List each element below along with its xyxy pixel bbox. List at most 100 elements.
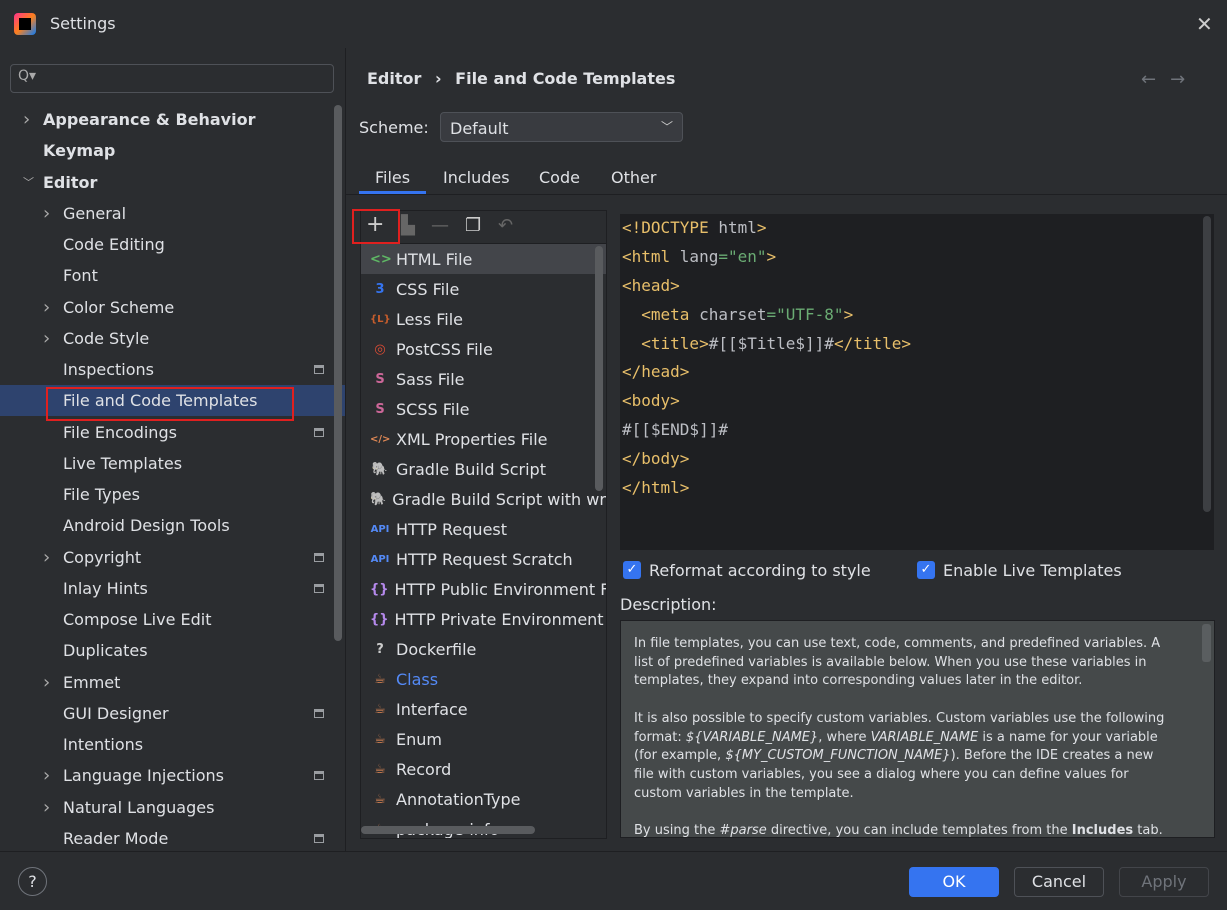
sidebar-item-intentions[interactable]: Intentions (0, 729, 345, 760)
forward-arrow-icon[interactable]: → (1170, 69, 1199, 90)
description-scrollbar[interactable] (1202, 624, 1211, 662)
tab-includes[interactable]: Includes (443, 168, 510, 187)
code-token: html (718, 218, 757, 237)
sidebar-item-label: Keymap (43, 141, 116, 161)
sidebar-item-code-style[interactable]: › Code Style (0, 323, 345, 354)
breadcrumb-separator: › (434, 69, 442, 88)
sidebar-item-font[interactable]: Font (0, 260, 345, 291)
sidebar-item-appearance-behavior[interactable]: › Appearance & Behavior (0, 104, 345, 135)
sidebar-item-copyright[interactable]: › Copyright (0, 542, 345, 573)
list-scrollbar[interactable] (595, 246, 603, 491)
sidebar-item-live-templates[interactable]: Live Templates (0, 448, 345, 479)
editor-scrollbar[interactable] (1203, 216, 1211, 512)
chevron-right-icon[interactable]: › (43, 328, 50, 349)
tab-code[interactable]: Code (539, 168, 580, 187)
template-list-item[interactable]: ☕ AnnotationType (361, 784, 606, 814)
template-list-item[interactable]: ☕ Interface (361, 694, 606, 724)
sidebar-item-gui-designer[interactable]: GUI Designer (0, 698, 345, 729)
apply-button[interactable]: Apply (1119, 867, 1209, 897)
sidebar-item-inlay-hints[interactable]: Inlay Hints (0, 573, 345, 604)
template-list-item[interactable]: ☕ Enum (361, 724, 606, 754)
code-token: #[[$Title$]]# (708, 333, 834, 353)
code-token: </head> (622, 362, 690, 382)
remove-icon[interactable]: — (431, 215, 449, 236)
chevron-right-icon[interactable]: › (43, 797, 50, 818)
chevron-right-icon[interactable]: › (43, 547, 50, 568)
sidebar-item-label: Android Design Tools (63, 516, 230, 536)
sidebar-scrollbar[interactable] (334, 105, 342, 641)
tab-files[interactable]: Files (375, 168, 410, 187)
scheme-dropdown[interactable]: Default ﹀ (440, 112, 683, 142)
copy-icon[interactable]: ❐ (465, 215, 481, 236)
template-list-item[interactable]: ? Dockerfile (361, 634, 606, 664)
template-list-item[interactable]: API HTTP Request Scratch (361, 544, 606, 574)
chevron-down-icon[interactable]: ﹀ (23, 174, 34, 190)
add-child-icon[interactable]: ▙ (401, 215, 415, 236)
sidebar-item-label: Inspections (63, 360, 154, 379)
sidebar-item-color-scheme[interactable]: › Color Scheme (0, 292, 345, 323)
search-icon: Q▾ (18, 68, 37, 84)
reset-icon[interactable]: ↶ (498, 215, 513, 236)
chevron-right-icon[interactable]: › (43, 297, 50, 318)
sidebar-item-inspections[interactable]: Inspections (0, 354, 345, 385)
template-code-editor[interactable]: <!DOCTYPE html> <html lang="en"> <head> <m… (620, 214, 1214, 550)
template-label: Gradle Build Script (396, 459, 546, 479)
sidebar-item-duplicates[interactable]: Duplicates (0, 635, 345, 666)
sidebar-item-natural-languages[interactable]: › Natural Languages (0, 792, 345, 823)
code-token: <title> (641, 333, 709, 353)
template-list-item[interactable]: {L} Less File (361, 304, 606, 334)
app-logo-icon (14, 13, 36, 35)
java-icon: ☕ (374, 671, 386, 687)
template-list-item[interactable]: </> XML Properties File (361, 424, 606, 454)
code-token: lang (679, 246, 719, 266)
search-input[interactable]: Q▾ (10, 64, 334, 93)
nav-arrows: ←→ (1141, 69, 1199, 90)
code-line: <!DOCTYPE html> (622, 218, 1214, 247)
tab-other[interactable]: Other (611, 168, 656, 187)
chevron-right-icon[interactable]: › (43, 203, 50, 224)
sidebar-item-general[interactable]: › General (0, 198, 345, 229)
sidebar-item-language-injections[interactable]: › Language Injections (0, 760, 345, 791)
template-list-item[interactable]: 🐘 Gradle Build Script with wrapper (361, 484, 606, 514)
sidebar-item-file-encodings[interactable]: File Encodings (0, 417, 345, 448)
sidebar-item-editor[interactable]: ﹀ Editor (0, 167, 345, 198)
close-icon[interactable]: ✕ (1196, 12, 1213, 36)
template-list-item[interactable]: ☕ Class (361, 664, 606, 694)
sidebar-item-android-design-tools[interactable]: Android Design Tools (0, 510, 345, 541)
sidebar-item-keymap[interactable]: Keymap (0, 135, 345, 166)
template-list-item[interactable]: S Sass File (361, 364, 606, 394)
template-list-item[interactable]: {} HTTP Private Environment File (361, 604, 606, 634)
template-list-item[interactable]: <> HTML File (361, 244, 606, 274)
template-list-item[interactable]: 🐘 Gradle Build Script (361, 454, 606, 484)
sidebar-item-reader-mode[interactable]: Reader Mode (0, 823, 345, 854)
divider (346, 194, 1227, 195)
help-button[interactable]: ? (18, 867, 47, 896)
template-list-item[interactable]: ◎ PostCSS File (361, 334, 606, 364)
sidebar-item-emmet[interactable]: › Emmet (0, 667, 345, 698)
code-token: charset (699, 304, 767, 324)
breadcrumb-parent[interactable]: Editor (367, 69, 421, 88)
template-list-item[interactable]: 3 CSS File (361, 274, 606, 304)
cancel-button[interactable]: Cancel (1014, 867, 1104, 897)
sidebar-item-code-editing[interactable]: Code Editing (0, 229, 345, 260)
back-arrow-icon[interactable]: ← (1141, 69, 1170, 90)
template-list-item[interactable]: {} HTTP Public Environment File (361, 574, 607, 604)
chevron-right-icon[interactable]: › (23, 109, 30, 130)
chevron-right-icon[interactable]: › (43, 672, 50, 693)
code-line: </body> (622, 449, 1214, 478)
sidebar-item-label: Copyright (63, 547, 142, 567)
live-templates-checkbox[interactable]: ✓ (917, 561, 935, 579)
template-list-item[interactable]: ☕ Record (361, 754, 606, 784)
sidebar-item-compose-live-edit[interactable]: Compose Live Edit (0, 604, 345, 635)
chevron-right-icon[interactable]: › (43, 765, 50, 786)
reformat-checkbox[interactable]: ✓ (623, 561, 641, 579)
template-label: HTTP Public Environment File (394, 579, 607, 599)
template-list-item[interactable]: API HTTP Request (361, 514, 606, 544)
ok-button[interactable]: OK (909, 867, 999, 897)
sidebar-item-file-types[interactable]: File Types (0, 479, 345, 510)
template-list-item[interactable]: S SCSS File (361, 394, 606, 424)
template-label: HTTP Private Environment File (394, 609, 606, 629)
sidebar-item-label: GUI Designer (63, 703, 169, 723)
list-horizontal-scrollbar[interactable] (361, 826, 535, 834)
code-token: <meta (641, 304, 700, 324)
